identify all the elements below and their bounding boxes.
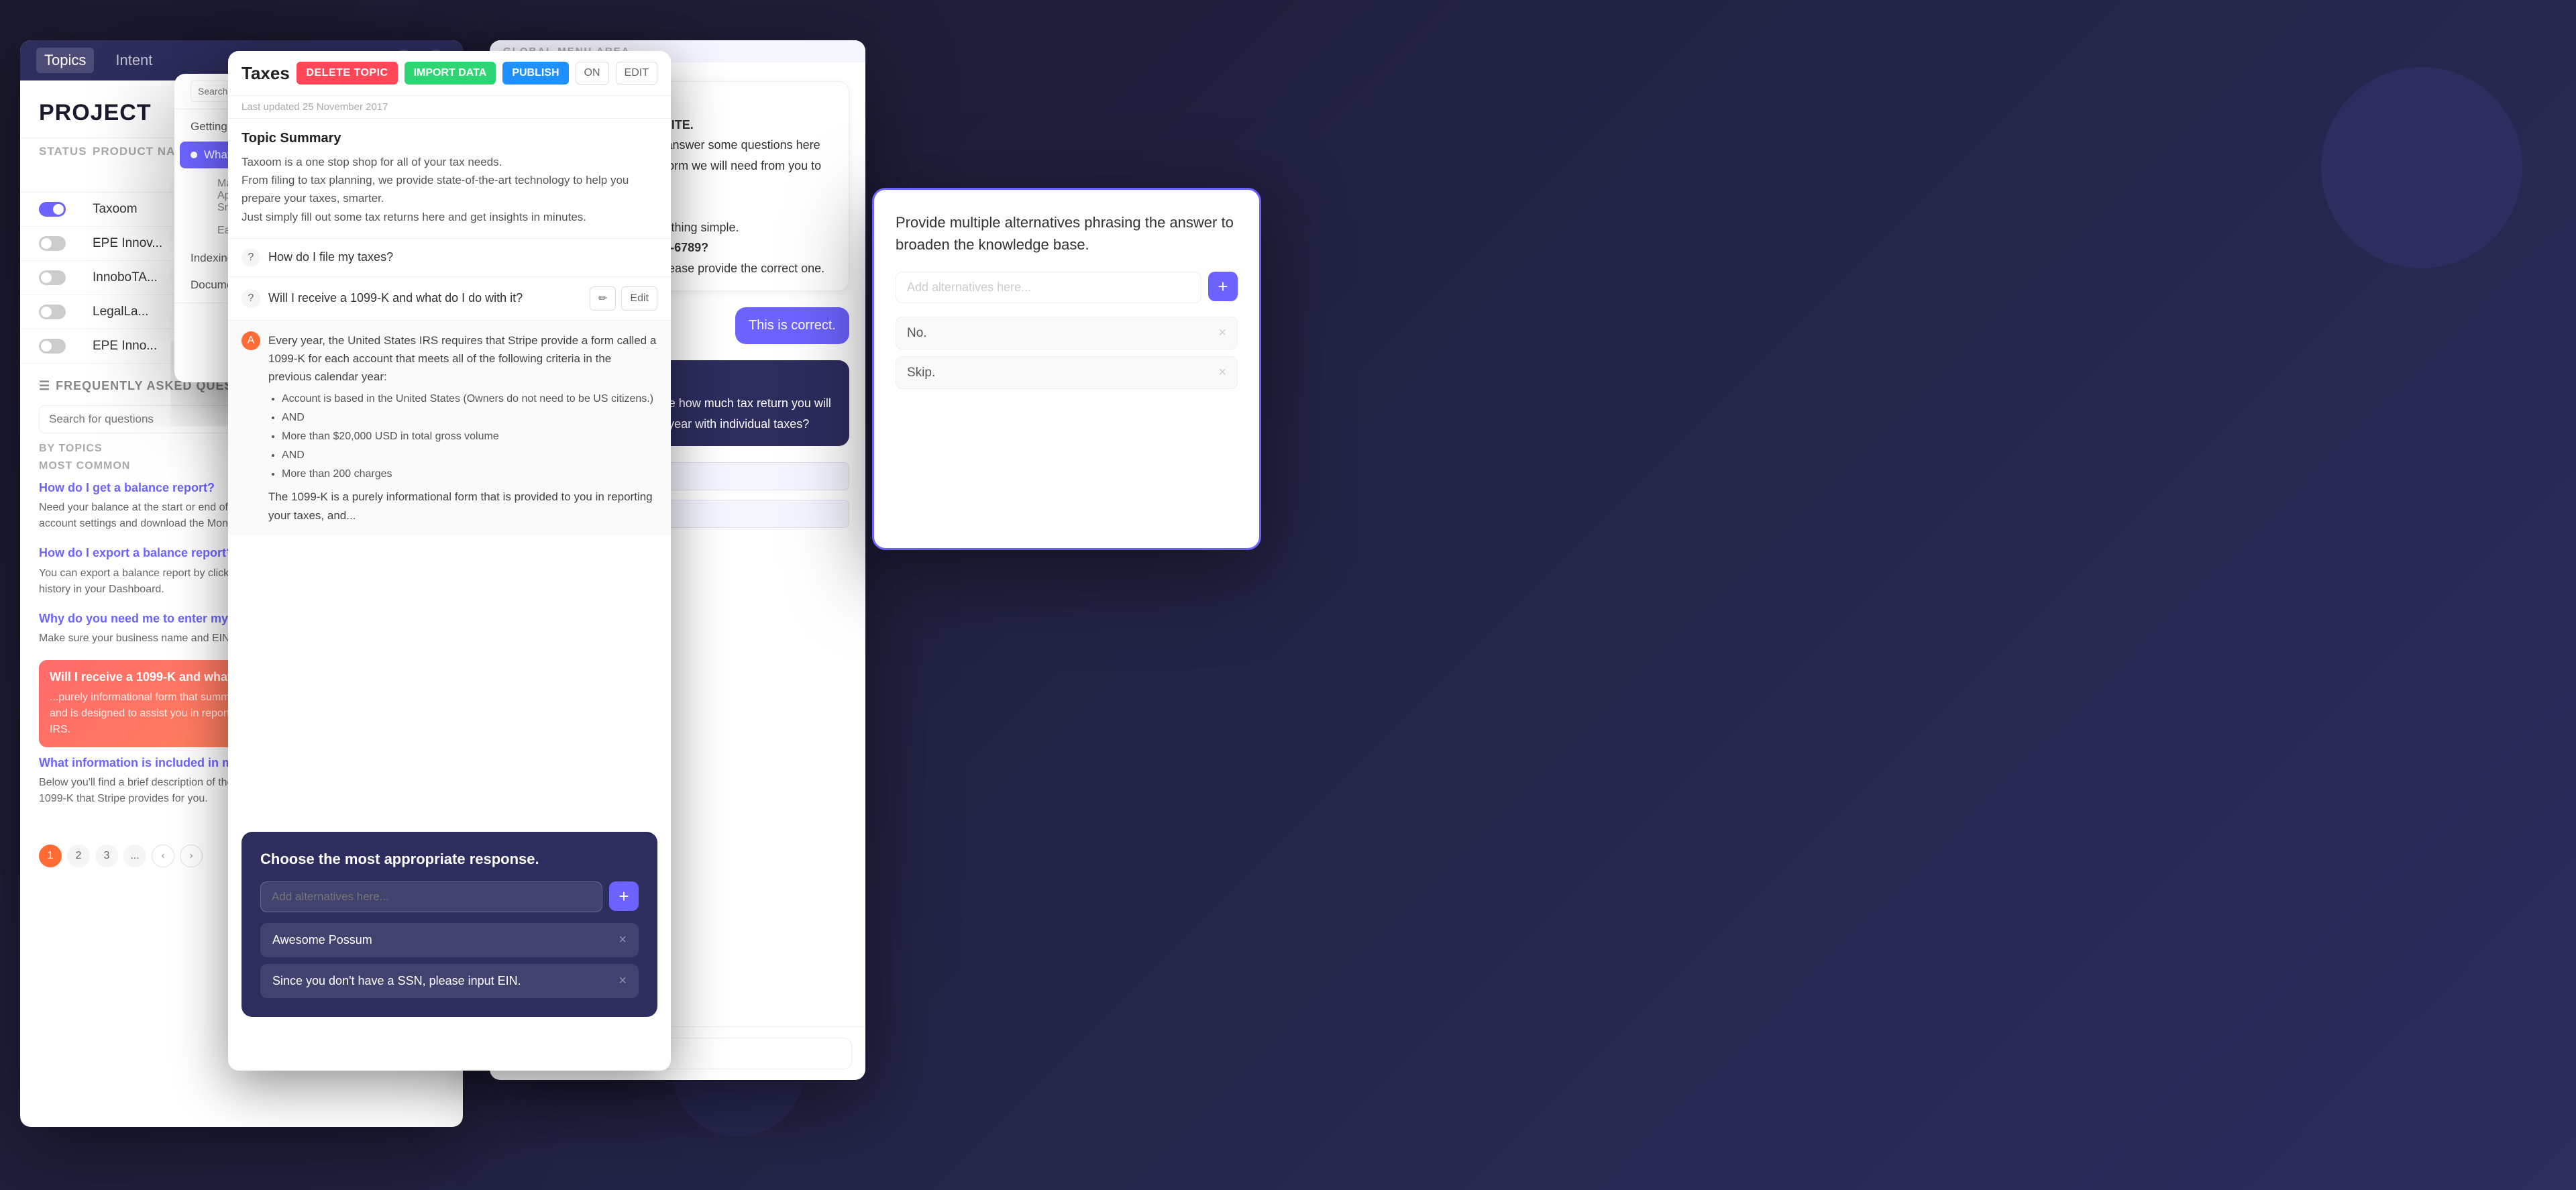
bullet-5: More than 200 charges	[282, 466, 657, 482]
topic-summary-text1: Taxoom is a one stop shop for all of you…	[241, 153, 657, 171]
answer-content: Every year, the United States IRS requir…	[268, 331, 657, 525]
question-num-2: ?	[241, 289, 260, 308]
bg-decoration-1	[2321, 67, 2522, 268]
topic-summary-text3: Just simply fill out some tax returns he…	[241, 208, 657, 226]
topic-updated: Last updated 25 November 2017	[228, 96, 671, 119]
alt-tag-text-2: Skip.	[907, 366, 935, 380]
page-next-button[interactable]: ›	[180, 845, 203, 867]
user-bubble-1: This is correct.	[735, 307, 849, 344]
response-input[interactable]	[260, 881, 602, 912]
alternatives-add-button[interactable]: +	[1208, 272, 1238, 301]
question-text-1: How do I file my taxes?	[268, 250, 657, 264]
question-text-2: Will I receive a 1099-K and what do I do…	[268, 291, 582, 305]
alternatives-input[interactable]	[896, 272, 1201, 303]
answer-bullets: Account is based in the United States (O…	[268, 391, 657, 482]
alt-tag-close-1[interactable]: ×	[1218, 325, 1226, 341]
page-ellipsis-button[interactable]: ...	[123, 845, 146, 867]
topic-summary-section: Topic Summary Taxoom is a one stop shop …	[228, 119, 671, 239]
bullet-1: Account is based in the United States (O…	[282, 391, 657, 407]
question-edit-icon[interactable]: ✏	[590, 286, 616, 311]
choose-response-title: Choose the most appropriate response.	[260, 851, 639, 868]
delete-topic-button[interactable]: DELETE TOPIC	[297, 62, 397, 85]
alternatives-title: Provide multiple alternatives phrasing t…	[896, 211, 1238, 256]
topic-summary-title: Topic Summary	[241, 131, 657, 146]
bullet-4: AND	[282, 447, 657, 464]
status-toggle-5[interactable]	[39, 339, 66, 354]
answer-text: Every year, the United States IRS requir…	[268, 331, 657, 386]
response-add-button[interactable]: +	[609, 881, 639, 911]
bullet-3: More than $20,000 USD in total gross vol…	[282, 429, 657, 445]
project-title: PROJECT	[39, 100, 152, 126]
question-actions-2: ✏ Edit	[590, 286, 657, 311]
alt-tag-text-1: No.	[907, 326, 927, 341]
answer-section: A Every year, the United States IRS requ…	[228, 321, 671, 535]
choose-response-input-row: +	[260, 881, 639, 912]
response-close-1[interactable]: ×	[619, 932, 627, 948]
page-prev-button[interactable]: ‹	[152, 845, 174, 867]
status-toggle-3[interactable]	[39, 270, 66, 285]
answer-additional-text: The 1099-K is a purely informational for…	[268, 488, 657, 524]
publish-button[interactable]: PUBLISH	[502, 62, 568, 85]
nav-dot-icon	[191, 152, 197, 158]
question-action-button[interactable]: Edit	[621, 286, 657, 311]
topic-name: Taxes	[241, 63, 290, 84]
on-button[interactable]: ON	[576, 62, 609, 85]
response-option-2[interactable]: Since you don't have a SSN, please input…	[260, 964, 639, 998]
status-toggle-2[interactable]	[39, 236, 66, 251]
question-num-1: ?	[241, 248, 260, 267]
import-data-button[interactable]: IMPORT DATA	[405, 62, 496, 85]
status-toggle-1[interactable]	[39, 202, 66, 217]
edit-button[interactable]: EDIT	[616, 62, 657, 85]
response-close-2[interactable]: ×	[619, 973, 627, 989]
page-3-button[interactable]: 3	[95, 845, 118, 867]
alternatives-panel: Provide multiple alternatives phrasing t…	[872, 188, 1261, 550]
choose-response-modal: Choose the most appropriate response. + …	[241, 832, 657, 1017]
question-row-1: ? How do I file my taxes?	[228, 239, 671, 277]
page-2-button[interactable]: 2	[67, 845, 90, 867]
question-row-2: ? Will I receive a 1099-K and what do I …	[228, 277, 671, 321]
faq-icon: ☰	[39, 379, 50, 393]
answer-num: A	[241, 331, 260, 350]
alt-tag-1: No. ×	[896, 317, 1238, 349]
status-toggle-4[interactable]	[39, 305, 66, 319]
topic-toolbar: Taxes DELETE TOPIC IMPORT DATA PUBLISH O…	[228, 51, 671, 96]
alternatives-input-row: +	[896, 272, 1238, 303]
tab-intent[interactable]: Intent	[107, 48, 160, 73]
alt-tag-close-2[interactable]: ×	[1218, 365, 1226, 380]
response-option-1[interactable]: Awesome Possum ×	[260, 923, 639, 957]
tab-topics[interactable]: Topics	[36, 48, 94, 73]
bullet-2: AND	[282, 410, 657, 426]
page-1-button[interactable]: 1	[39, 845, 62, 867]
topic-main-panel: Taxes DELETE TOPIC IMPORT DATA PUBLISH O…	[228, 51, 671, 1071]
topic-summary-text2: From filing to tax planning, we provide …	[241, 171, 657, 207]
col-status: STATUS	[39, 145, 93, 185]
alt-tag-2: Skip. ×	[896, 356, 1238, 389]
